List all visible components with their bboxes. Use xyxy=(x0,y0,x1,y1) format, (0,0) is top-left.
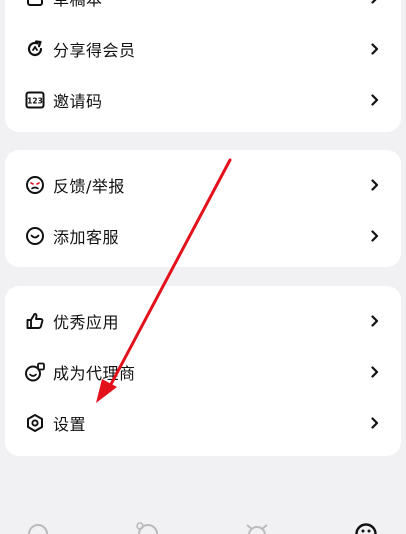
menu-item-label: 反馈/举报 xyxy=(53,176,125,196)
menu-item-settings[interactable]: 设置 xyxy=(5,397,401,448)
menu-item-feedback-report[interactable]: 反馈/举报 xyxy=(5,159,401,210)
menu-item-become-agent[interactable]: 成为代理商 xyxy=(5,346,401,397)
settings-hexagon-icon xyxy=(24,412,46,434)
menu-item-share-membership[interactable]: 分享得会员 xyxy=(5,23,401,74)
refresh-share-icon xyxy=(24,38,46,60)
menu-item-label: 优秀应用 xyxy=(53,312,120,332)
menu-item-draft[interactable]: 草稿本 xyxy=(5,0,401,23)
chevron-right-icon xyxy=(369,178,381,192)
draft-icon xyxy=(24,0,46,9)
chevron-right-icon xyxy=(369,365,381,379)
chevron-right-icon xyxy=(369,93,381,107)
menu-item-label: 分享得会员 xyxy=(53,40,136,60)
menu-item-add-customer-service[interactable]: 添加客服 xyxy=(5,210,401,261)
customer-service-chat-icon xyxy=(24,225,46,247)
menu-item-label: 设置 xyxy=(53,414,87,434)
chevron-right-icon xyxy=(369,314,381,328)
menu-item-recommended-apps[interactable]: 优秀应用 xyxy=(5,295,401,346)
menu-item-label: 邀请码 xyxy=(53,91,103,111)
chevron-right-icon xyxy=(369,42,381,56)
menu-item-label: 草稿本 xyxy=(53,0,369,10)
chevron-right-icon xyxy=(369,416,381,430)
menu-group-2: 反馈/举报 添加客服 xyxy=(5,150,401,267)
settings-menu-page: 草稿本 分享得会员 123 xyxy=(0,0,406,534)
bottom-tab-bar xyxy=(0,518,406,534)
menu-item-label: 添加客服 xyxy=(53,227,120,247)
agent-icon xyxy=(24,361,46,383)
menu-item-invite-code[interactable]: 123 邀请码 xyxy=(5,74,401,125)
menu-group-1: 草稿本 分享得会员 123 xyxy=(5,0,401,132)
svg-text:123: 123 xyxy=(27,96,43,105)
chevron-right-icon xyxy=(369,229,381,243)
tab-home-icon[interactable] xyxy=(24,521,52,534)
feedback-face-icon xyxy=(24,174,46,196)
menu-item-label: 成为代理商 xyxy=(53,363,136,383)
tab-character-icon[interactable] xyxy=(134,521,162,534)
thumbs-up-icon xyxy=(24,310,46,332)
tab-mascot-icon[interactable] xyxy=(243,521,271,534)
menu-group-3: 优秀应用 成为代理商 设置 xyxy=(5,286,401,456)
tab-profile-icon[interactable] xyxy=(352,521,380,534)
code-123-icon: 123 xyxy=(24,89,46,111)
chevron-right-icon xyxy=(369,0,381,5)
